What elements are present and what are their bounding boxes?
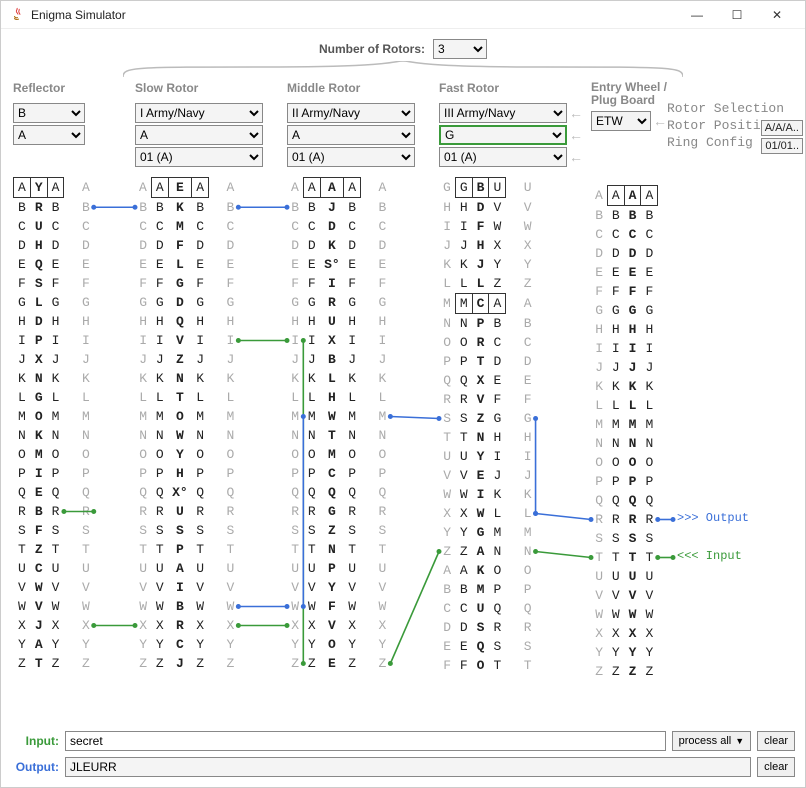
col-slow-rotor: Slow Rotor I Army/Navy A 01 (A) AAEA ABB… bbox=[135, 81, 283, 681]
arrow-icon: ← bbox=[569, 105, 583, 121]
arrow-icon: ← bbox=[653, 113, 667, 129]
fast-rotor-position-select[interactable]: G bbox=[439, 125, 567, 145]
arrow-icon: ← bbox=[569, 149, 583, 165]
input-indicator-label: <<< Input bbox=[677, 549, 742, 563]
close-button[interactable]: ✕ bbox=[757, 1, 797, 29]
badge-rings[interactable]: 01/01.. bbox=[761, 138, 803, 154]
brace-icon bbox=[123, 61, 683, 79]
etw-type-select[interactable]: ETW bbox=[591, 111, 651, 131]
clear-input-button[interactable]: clear bbox=[757, 731, 795, 751]
dropdown-triangle-icon: ▼ bbox=[735, 736, 744, 746]
slow-rotor-ring-select[interactable]: 01 (A) bbox=[135, 147, 263, 167]
col-fast-rotor: Fast Rotor III Army/Navy ← G ← 01 (A) ← … bbox=[439, 81, 587, 681]
maximize-button[interactable]: ☐ bbox=[717, 1, 757, 29]
clear-output-button[interactable]: clear bbox=[757, 757, 795, 777]
window-title: Enigma Simulator bbox=[31, 8, 126, 22]
middle-rotor-type-select[interactable]: II Army/Navy bbox=[287, 103, 415, 123]
etw-wiring: AAAABBBBCCCCDDDDEEEEFFFFGGGGHHHHIIIIJJJJ… bbox=[591, 185, 701, 681]
fast-rotor-type-select[interactable]: III Army/Navy bbox=[439, 103, 567, 123]
col-etw: Entry Wheel /Plug Board ETW ← AAAABBBBCC… bbox=[591, 81, 701, 681]
process-all-button[interactable]: process all▼ bbox=[672, 731, 752, 751]
badge-positions[interactable]: A/A/A.. bbox=[761, 120, 803, 136]
middle-rotor-position-select[interactable]: A bbox=[287, 125, 415, 145]
titlebar: Enigma Simulator — ☐ ✕ bbox=[1, 1, 805, 29]
reflector-wiring: AYA ABRB BCUC CDHD DEQE EFSF FGLG GHDH H… bbox=[13, 177, 131, 673]
middle-rotor-ring-select[interactable]: 01 (A) bbox=[287, 147, 415, 167]
side-badges: A/A/A.. 01/01.. bbox=[761, 120, 803, 154]
col-middle-rotor: Middle Rotor II Army/Navy A 01 (A) AAAA … bbox=[287, 81, 435, 681]
col-header-slow: Slow Rotor bbox=[135, 81, 283, 95]
output-field[interactable] bbox=[65, 757, 751, 777]
java-icon bbox=[9, 7, 25, 23]
reflector-type-select[interactable]: B bbox=[13, 103, 85, 123]
middle-rotor-wiring: AAAA ABBJB BCCDC CDDKD DEES°E EFFIF FGGR… bbox=[287, 177, 435, 673]
slow-rotor-type-select[interactable]: I Army/Navy bbox=[135, 103, 263, 123]
arrow-icon: ← bbox=[569, 127, 583, 143]
output-indicator-label: >>> Output bbox=[677, 511, 749, 525]
rotor-count-row: Number of Rotors: 3 bbox=[13, 35, 793, 61]
col-reflector: Reflector B A AYA ABRB BCUC CDHD DEQE EF… bbox=[13, 81, 131, 681]
label-rotor-selection: Rotor Selection bbox=[667, 101, 784, 116]
slow-rotor-position-select[interactable]: A bbox=[135, 125, 263, 145]
output-label: Output: bbox=[11, 760, 59, 774]
input-label: Input: bbox=[11, 734, 59, 748]
rotor-count-label: Number of Rotors: bbox=[319, 42, 425, 56]
columns: Reflector B A AYA ABRB BCUC CDHD DEQE EF… bbox=[13, 81, 793, 681]
col-header-fast: Fast Rotor bbox=[439, 81, 587, 95]
fast-rotor-wiring: GGBU UHHDV VIIFW WJJHX XKKJY YLLLZ ZMMCA… bbox=[439, 177, 587, 675]
io-panel: Input: process all▼ clear Output: clear bbox=[11, 731, 795, 777]
col-header-reflector: Reflector bbox=[13, 81, 131, 95]
input-field[interactable] bbox=[65, 731, 666, 751]
slow-rotor-wiring: AAEA ABBKB BCCMC CDDFD DEELE EFFGF FGGDG… bbox=[135, 177, 283, 673]
minimize-button[interactable]: — bbox=[677, 1, 717, 29]
reflector-position-select[interactable]: A bbox=[13, 125, 85, 145]
rotor-count-select[interactable]: 3 bbox=[433, 39, 487, 59]
col-header-middle: Middle Rotor bbox=[287, 81, 435, 95]
fast-rotor-ring-select[interactable]: 01 (A) bbox=[439, 147, 567, 167]
